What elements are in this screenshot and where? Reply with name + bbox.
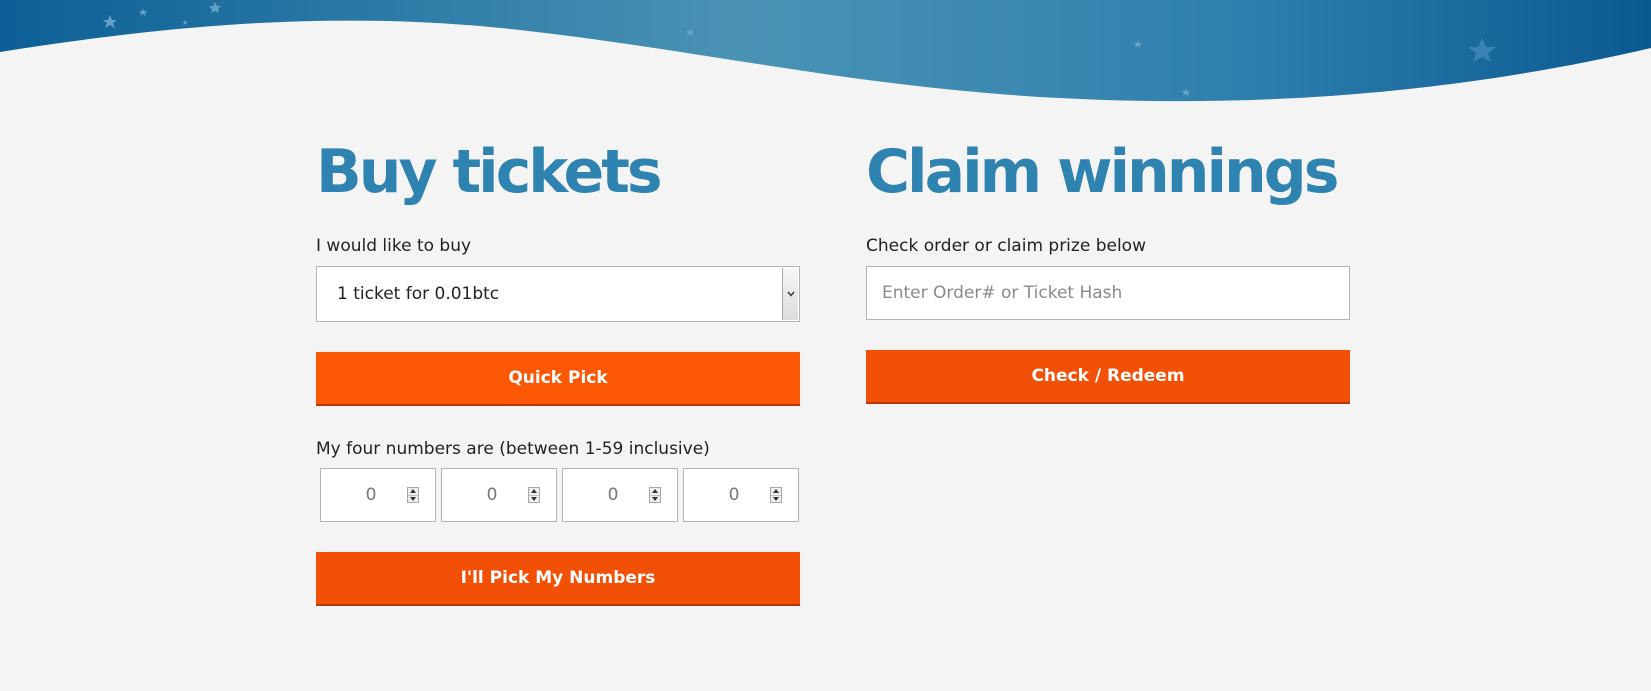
- buy-tickets-section: Buy tickets I would like to buy 1 ticket…: [316, 132, 800, 606]
- number-input-2[interactable]: 0: [441, 468, 557, 522]
- numbers-label: My four numbers are (between 1-59 inclus…: [316, 439, 710, 459]
- number-input-3[interactable]: 0: [562, 468, 678, 522]
- spinner-arrows-icon[interactable]: [770, 487, 782, 503]
- number-input-1[interactable]: 0: [320, 468, 436, 522]
- buy-tickets-heading: Buy tickets: [316, 137, 663, 207]
- quick-pick-button[interactable]: Quick Pick: [316, 352, 800, 406]
- number-inputs: 0 0 0 0: [316, 468, 800, 522]
- spinner-arrows-icon[interactable]: [407, 487, 419, 503]
- claim-winnings-heading: Claim winnings: [866, 137, 1339, 207]
- order-hash-input[interactable]: [867, 267, 1349, 319]
- star-icon: [103, 2, 1496, 96]
- number-value: 0: [486, 485, 498, 505]
- chevron-down-icon[interactable]: [782, 268, 798, 320]
- ticket-quantity-value: 1 ticket for 0.01btc: [337, 284, 500, 304]
- number-value: 0: [365, 485, 377, 505]
- page: Buy tickets I would like to buy 1 ticket…: [0, 0, 1651, 691]
- number-input-4[interactable]: 0: [683, 468, 799, 522]
- claim-winnings-section: Claim winnings Check order or claim priz…: [866, 132, 1350, 404]
- check-label: Check order or claim prize below: [866, 236, 1146, 256]
- number-value: 0: [607, 485, 619, 505]
- check-redeem-button[interactable]: Check / Redeem: [866, 350, 1350, 404]
- number-value: 0: [728, 485, 740, 505]
- spinner-arrows-icon[interactable]: [528, 487, 540, 503]
- quantity-label: I would like to buy: [316, 236, 472, 256]
- order-hash-field[interactable]: [866, 266, 1350, 320]
- spinner-arrows-icon[interactable]: [649, 487, 661, 503]
- pick-my-numbers-button[interactable]: I'll Pick My Numbers: [316, 552, 800, 606]
- ticket-quantity-select[interactable]: 1 ticket for 0.01btc: [316, 266, 800, 322]
